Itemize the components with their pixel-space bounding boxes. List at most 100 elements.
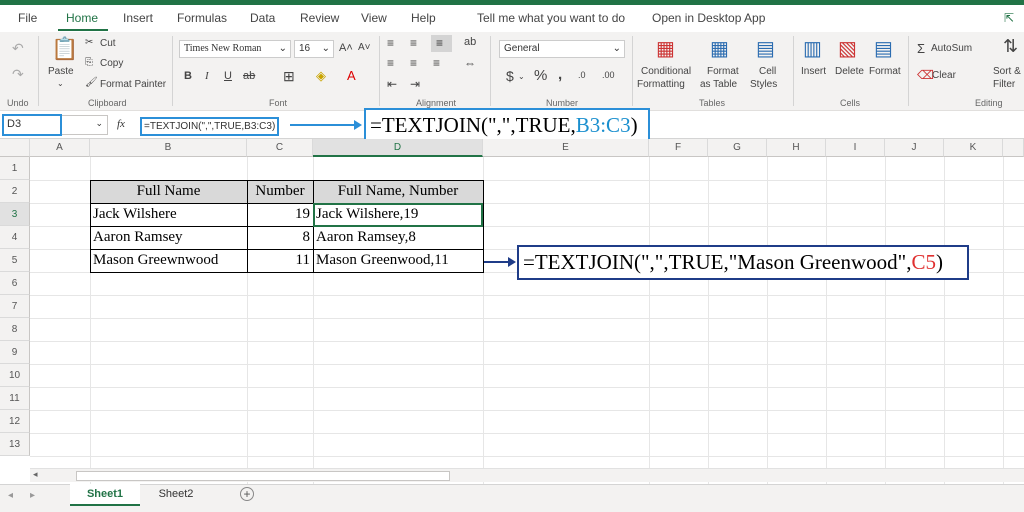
add-sheet-icon[interactable]: + — [240, 487, 254, 501]
scroll-left-icon[interactable]: ◂ — [33, 469, 38, 480]
align-middle-icon[interactable]: ≡ — [410, 36, 417, 50]
fill-color-icon[interactable]: ◈ — [316, 68, 326, 84]
sheet-tab-sheet2[interactable]: Sheet2 — [148, 484, 204, 506]
undo-icon[interactable]: ↶ — [12, 40, 24, 57]
tab-home[interactable]: Home — [66, 11, 98, 25]
horizontal-scrollbar[interactable]: ◂ — [30, 468, 1024, 482]
prev-sheet-icon[interactable]: ◂ — [8, 490, 13, 501]
format-as-table-line1[interactable]: Format — [707, 66, 739, 77]
cell-styles-line1[interactable]: Cell — [759, 66, 776, 77]
row-header-5[interactable]: 5 — [0, 249, 30, 272]
clear-button[interactable]: Clear — [932, 70, 956, 81]
column-header-j[interactable]: J — [885, 139, 944, 157]
percent-icon[interactable]: % — [534, 67, 547, 84]
italic-icon[interactable]: I — [205, 70, 209, 82]
tab-data[interactable]: Data — [250, 11, 275, 25]
active-cell-selection[interactable] — [313, 203, 483, 227]
font-size-select[interactable]: 16 ⌄ — [294, 40, 334, 58]
table-cell[interactable]: Jack Wilshere — [90, 203, 247, 225]
next-sheet-icon[interactable]: ▸ — [30, 490, 35, 501]
chevron-down-icon[interactable]: ⌄ — [57, 79, 64, 88]
row-header-1[interactable]: 1 — [0, 157, 30, 180]
increase-font-size-icon[interactable]: A˄ — [339, 42, 353, 54]
row-header-9[interactable]: 9 — [0, 341, 30, 364]
column-header-d[interactable]: D — [313, 139, 483, 157]
paste-icon[interactable]: 📋 — [51, 36, 78, 62]
paste-button[interactable]: Paste — [48, 66, 74, 77]
delete-cells-button[interactable]: Delete — [835, 66, 864, 77]
decrease-indent-icon[interactable]: ⇤ — [387, 77, 397, 91]
table-cell[interactable]: Mason Greewnwood — [90, 249, 247, 271]
column-header-i[interactable]: I — [826, 139, 885, 157]
sort-filter-line2[interactable]: Filter — [993, 79, 1015, 90]
column-header-f[interactable]: F — [649, 139, 708, 157]
align-center-icon[interactable]: ≡ — [410, 56, 417, 70]
format-cells-button[interactable]: Format — [869, 66, 901, 77]
table-cell[interactable]: 8 — [247, 226, 313, 248]
borders-icon[interactable]: ⊞ — [283, 68, 295, 85]
decrease-decimal-icon[interactable]: .00 — [602, 70, 615, 80]
decrease-font-size-icon[interactable]: A˅ — [358, 42, 371, 53]
chevron-down-icon[interactable]: ⌄ — [518, 72, 525, 81]
table-header-cell[interactable]: Number — [247, 180, 313, 202]
row-header-10[interactable]: 10 — [0, 364, 30, 387]
align-left-icon[interactable]: ≡ — [387, 56, 394, 70]
bold-icon[interactable]: B — [184, 70, 192, 82]
row-header-13[interactable]: 13 — [0, 433, 30, 456]
worksheet-grid[interactable]: A B C D E F G H I J K 1 2 3 4 5 6 7 8 9 … — [0, 139, 1024, 484]
tell-me-search[interactable]: Tell me what you want to do — [477, 11, 625, 25]
sheet-tab-sheet1[interactable]: Sheet1 — [70, 484, 140, 506]
redo-icon[interactable]: ↷ — [12, 66, 24, 83]
strikethrough-icon[interactable]: ab — [243, 70, 255, 82]
conditional-formatting-line2[interactable]: Formatting — [637, 79, 685, 90]
increase-indent-icon[interactable]: ⇥ — [410, 77, 420, 91]
sort-filter-line1[interactable]: Sort & — [993, 66, 1021, 77]
share-icon[interactable]: ⇱ — [1004, 11, 1014, 25]
row-header-11[interactable]: 11 — [0, 387, 30, 410]
underline-icon[interactable]: U — [224, 70, 232, 82]
wrap-text-icon[interactable]: ab — [464, 36, 476, 48]
format-painter-button[interactable]: Format Painter — [100, 79, 166, 90]
column-header-e[interactable]: E — [483, 139, 649, 157]
tab-help[interactable]: Help — [411, 11, 436, 25]
font-name-select[interactable]: Times New Roman ⌄ — [179, 40, 291, 58]
table-header-cell[interactable]: Full Name, Number — [313, 180, 483, 202]
row-header-6[interactable]: 6 — [0, 272, 30, 295]
row-header-12[interactable]: 12 — [0, 410, 30, 433]
tab-formulas[interactable]: Formulas — [177, 11, 227, 25]
column-header-a[interactable]: A — [30, 139, 90, 157]
increase-decimal-icon[interactable]: .0 — [578, 70, 586, 80]
tab-view[interactable]: View — [361, 11, 387, 25]
merge-icon[interactable]: ⇔ — [464, 56, 476, 70]
scrollbar-thumb[interactable] — [76, 471, 450, 481]
comma-style-icon[interactable]: , — [558, 66, 562, 83]
formula-input[interactable]: =TEXTJOIN(",",TRUE,B3:C3) — [140, 117, 280, 136]
currency-icon[interactable]: $ — [506, 68, 514, 84]
insert-cells-button[interactable]: Insert — [801, 66, 826, 77]
table-cell[interactable]: Mason Greenwood,11 — [313, 249, 483, 271]
copy-button[interactable]: Copy — [100, 58, 123, 69]
row-header-8[interactable]: 8 — [0, 318, 30, 341]
tab-file[interactable]: File — [18, 11, 37, 25]
number-format-select[interactable]: General ⌄ — [499, 40, 625, 58]
align-bottom-selected[interactable]: ≡ — [431, 35, 452, 52]
autosum-button[interactable]: AutoSum — [931, 43, 972, 54]
table-cell[interactable]: Aaron Ramsey — [90, 226, 247, 248]
conditional-formatting-line1[interactable]: Conditional — [641, 66, 691, 77]
column-header-g[interactable]: G — [708, 139, 767, 157]
row-header-3[interactable]: 3 — [0, 203, 30, 226]
align-right-icon[interactable]: ≡ — [433, 56, 440, 70]
table-header-cell[interactable]: Full Name — [90, 180, 247, 202]
row-header-4[interactable]: 4 — [0, 226, 30, 249]
column-header-b[interactable]: B — [90, 139, 247, 157]
column-header-h[interactable]: H — [767, 139, 826, 157]
table-cell[interactable]: 19 — [247, 203, 313, 225]
cell-styles-line2[interactable]: Styles — [750, 79, 777, 90]
tab-insert[interactable]: Insert — [123, 11, 153, 25]
tab-review[interactable]: Review — [300, 11, 339, 25]
column-header-c[interactable]: C — [247, 139, 313, 157]
open-in-desktop-app[interactable]: Open in Desktop App — [652, 11, 765, 25]
function-icon[interactable]: fx — [117, 118, 125, 130]
font-color-icon[interactable]: A — [347, 68, 356, 83]
row-header-7[interactable]: 7 — [0, 295, 30, 318]
